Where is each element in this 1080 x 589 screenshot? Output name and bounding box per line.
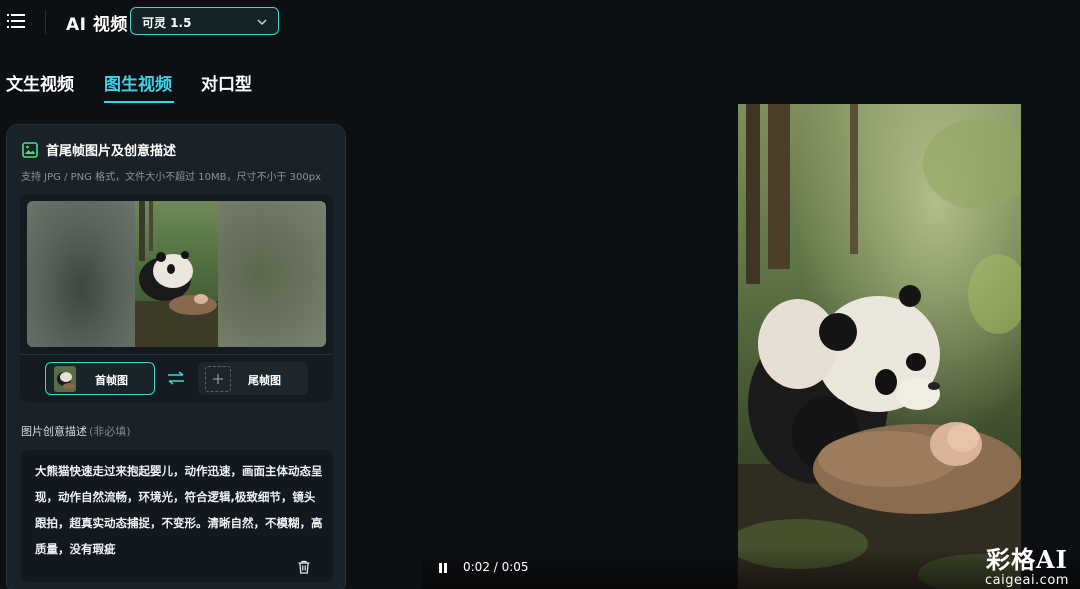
watermark-url: caigeai.com xyxy=(985,573,1069,588)
uploaded-image xyxy=(135,201,218,347)
last-frame-label: 尾帧图 xyxy=(248,374,281,387)
app-title: AI 视频 xyxy=(66,15,128,35)
plus-icon xyxy=(213,374,223,384)
mode-tabs: 文生视频 图生视频 对口型 xyxy=(0,66,340,106)
upload-hint: 支持 JPG / PNG 格式，文件大小不超过 10MB，尺寸不小于 300px xyxy=(21,172,321,183)
watermark: 彩格AI caigeai.com xyxy=(985,540,1069,588)
active-tab-indicator xyxy=(104,101,174,103)
tab-image-to-video[interactable]: 图生视频 xyxy=(104,70,172,95)
header-divider xyxy=(45,10,46,34)
player-controls: 0:02 / 0:05 xyxy=(422,548,1080,589)
panel-header: 首尾帧图片及创意描述 xyxy=(22,140,322,160)
video-frame[interactable] xyxy=(738,104,1021,589)
tab-text-to-video[interactable]: 文生视频 xyxy=(6,70,74,95)
upload-divider xyxy=(20,354,333,355)
tab-lip-sync[interactable]: 对口型 xyxy=(201,70,252,95)
first-frame-button[interactable]: 首帧图 xyxy=(45,362,155,395)
first-frame-thumbnail xyxy=(54,366,76,392)
description-text[interactable]: 大熊猫快速走过来抱起婴儿，动作迅速，画面主体动态呈现，动作自然流畅，环境光，符合… xyxy=(35,458,325,562)
description-input[interactable]: 大熊猫快速走过来抱起婴儿，动作迅速，画面主体动态呈现，动作自然流畅，环境光，符合… xyxy=(21,450,333,582)
image-icon xyxy=(22,142,38,158)
trash-icon[interactable] xyxy=(297,560,311,574)
swap-icon[interactable] xyxy=(167,371,185,385)
image-input-panel: 首尾帧图片及创意描述 支持 JPG / PNG 格式，文件大小不超过 10MB，… xyxy=(6,124,346,589)
top-bar: AI 视频 可灵 1.5 xyxy=(0,0,420,44)
upload-area[interactable]: 首帧图 尾帧图 xyxy=(20,194,333,402)
model-select[interactable]: 可灵 1.5 xyxy=(130,7,279,35)
preview-blur-left xyxy=(27,201,135,347)
description-label: 图片创意描述 (非必填) xyxy=(21,423,131,439)
preview-blur-right xyxy=(218,201,326,347)
watermark-title: 彩格AI xyxy=(986,545,1068,574)
chevron-down-icon xyxy=(257,19,267,26)
panel-title: 首尾帧图片及创意描述 xyxy=(46,144,177,159)
add-last-frame-box xyxy=(205,366,231,392)
hamburger-icon[interactable] xyxy=(7,12,25,30)
image-preview xyxy=(27,201,326,347)
model-select-value: 可灵 1.5 xyxy=(142,16,192,30)
first-frame-label: 首帧图 xyxy=(95,374,128,387)
description-label-text: 图片创意描述 xyxy=(21,425,87,438)
pause-icon[interactable] xyxy=(437,562,449,574)
last-frame-button[interactable]: 尾帧图 xyxy=(198,362,308,395)
time-display: 0:02 / 0:05 xyxy=(463,560,529,574)
optional-hint: (非必填) xyxy=(89,425,131,438)
